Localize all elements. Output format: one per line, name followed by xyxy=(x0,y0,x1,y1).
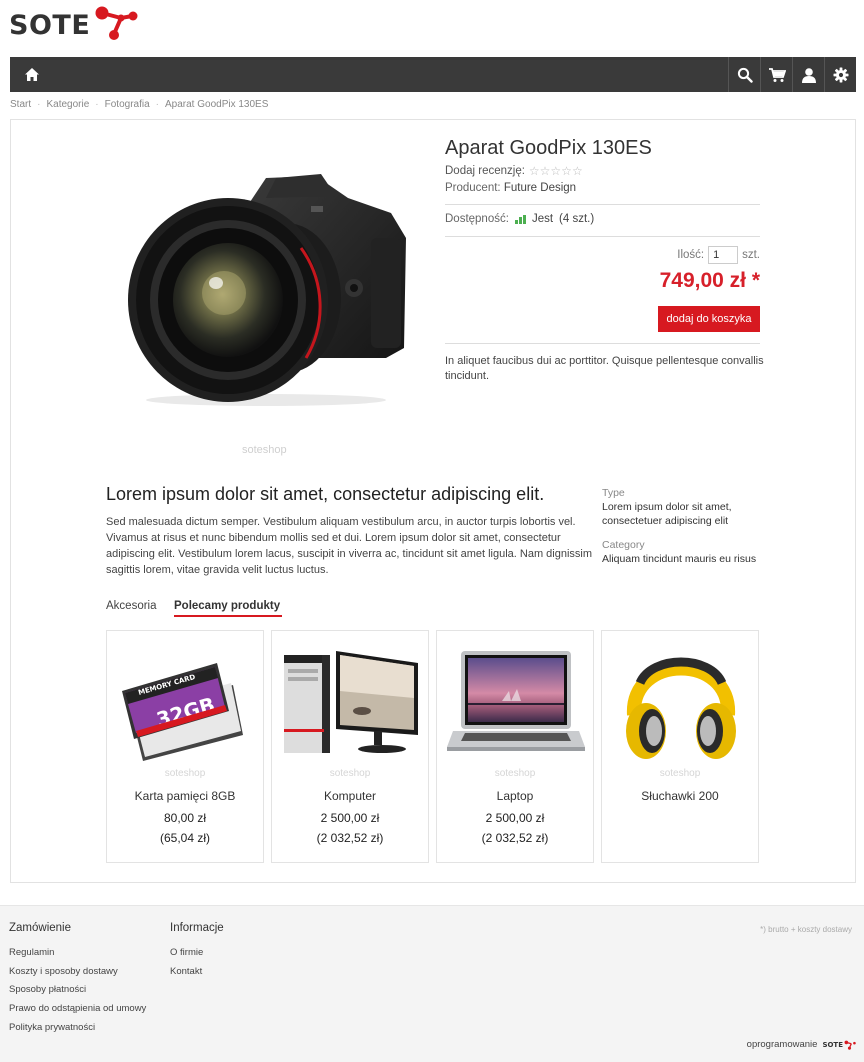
product-price: 80,00 zł xyxy=(163,811,207,825)
settings-button[interactable] xyxy=(824,57,856,92)
search-icon xyxy=(737,67,753,83)
footer-link-prawo-odstapienia[interactable]: Prawo do odstąpienia od umowy xyxy=(9,1003,146,1014)
attribute-value: Aliquam tincidunt mauris eu risus xyxy=(602,553,757,565)
tab-akcesoria[interactable]: Akcesoria xyxy=(106,600,157,612)
footer-link-koszty-dostawy[interactable]: Koszty i sposoby dostawy xyxy=(9,966,118,977)
home-button[interactable] xyxy=(10,57,54,92)
product-thumbnail xyxy=(284,651,418,753)
product-price: 749,00 zł * xyxy=(659,269,760,292)
product-thumbnail xyxy=(626,657,736,759)
footer-price-note: *) brutto + koszty dostawy xyxy=(760,925,852,934)
powered-brand: SOTE xyxy=(822,1040,843,1049)
producer-label: Producent: xyxy=(445,182,501,194)
quantity-input[interactable] xyxy=(708,246,739,264)
attribute-type: Type Lorem ipsum dolor sit amet, consect… xyxy=(602,486,752,528)
attribute-label: Category xyxy=(602,539,645,551)
cart-button[interactable] xyxy=(760,57,792,92)
sote-logo-icon xyxy=(844,1040,856,1050)
powered-by[interactable]: oprogramowanie SOTE xyxy=(747,1039,856,1050)
account-button[interactable] xyxy=(792,57,824,92)
thumbnail-watermark: soteshop xyxy=(329,768,371,779)
product-name[interactable]: Laptop xyxy=(437,789,593,803)
product-card-laptop[interactable]: soteshop Laptop 2 500,00 zł (2 032,52 zł… xyxy=(436,630,594,863)
divider xyxy=(445,343,760,344)
product-price-net: (2 032,52 zł) xyxy=(316,831,384,845)
home-icon xyxy=(25,68,39,81)
gear-icon xyxy=(833,67,848,82)
thumbnail-watermark: soteshop xyxy=(659,768,701,779)
footer-link-polityka-prywatnosci[interactable]: Polityka prywatności xyxy=(9,1022,95,1033)
rating-stars-icon[interactable]: ☆☆☆☆☆ xyxy=(529,164,583,178)
breadcrumb-separator: · xyxy=(37,99,41,110)
product-title: Aparat GoodPix 130ES xyxy=(445,137,652,159)
footer-title-informacje: Informacje xyxy=(170,922,224,934)
short-description: In aliquet faucibus dui ac porttitor. Qu… xyxy=(445,355,764,382)
product-thumbnail: MEMORY CARD 32GB xyxy=(122,663,243,761)
breadcrumb-separator: · xyxy=(95,99,99,110)
footer-link-o-firmie[interactable]: O firmie xyxy=(170,947,203,958)
quantity-unit: szt. xyxy=(742,249,760,261)
logo-mark-icon xyxy=(95,6,138,40)
attribute-label: Type xyxy=(602,487,625,499)
availability-label: Dostępność: xyxy=(445,213,509,225)
producer-value: Future Design xyxy=(503,182,577,194)
breadcrumb: Start · Kategorie · Fotografia · Aparat … xyxy=(10,99,268,110)
attribute-category: Category Aliquam tincidunt mauris eu ris… xyxy=(602,538,772,566)
product-price-net: (2 032,52 zł) xyxy=(481,831,549,845)
availability-row: Dostępność: Jest (4 szt.) xyxy=(445,213,594,225)
product-card-headphones[interactable]: soteshop Słuchawki 200 xyxy=(601,630,759,863)
product-image[interactable] xyxy=(116,168,406,408)
product-thumbnail xyxy=(447,651,585,751)
footer-link-kontakt[interactable]: Kontakt xyxy=(170,966,202,977)
product-price: 2 500,00 zł xyxy=(320,811,380,825)
review-row: Dodaj recenzję: ☆☆☆☆☆ xyxy=(445,164,583,178)
add-to-cart-button[interactable]: dodaj do koszyka xyxy=(658,306,760,332)
user-icon xyxy=(801,67,816,83)
powered-label: oprogramowanie xyxy=(746,1039,818,1050)
search-button[interactable] xyxy=(728,57,760,92)
footer-link-regulamin[interactable]: Regulamin xyxy=(9,947,54,958)
description-body: Sed malesuada dictum semper. Vestibulum … xyxy=(106,516,593,576)
product-name[interactable]: Słuchawki 200 xyxy=(602,789,758,803)
logo-text: SOTE xyxy=(9,9,91,41)
breadcrumb-current: Aparat GoodPix 130ES xyxy=(165,99,269,110)
breadcrumb-separator: · xyxy=(155,99,159,110)
image-watermark: soteshop xyxy=(242,444,287,456)
divider xyxy=(445,236,760,237)
producer-row: Producent: Future Design xyxy=(445,182,576,194)
breadcrumb-fotografia[interactable]: Fotografia xyxy=(105,99,150,110)
cart-icon xyxy=(768,67,786,82)
product-price-net: (65,04 zł) xyxy=(159,831,211,845)
attribute-value: Lorem ipsum dolor sit amet, consectetuer… xyxy=(602,501,732,527)
description-title: Lorem ipsum dolor sit amet, consectetur … xyxy=(106,484,545,504)
thumbnail-watermark: soteshop xyxy=(164,768,206,779)
tab-polecamy-produkty[interactable]: Polecamy produkty xyxy=(174,600,280,612)
quantity-row: Ilość: szt. xyxy=(677,246,760,264)
footer-link-sposoby-platnosci[interactable]: Sposoby płatności xyxy=(9,984,86,995)
product-price: 2 500,00 zł xyxy=(485,811,545,825)
active-tab-indicator xyxy=(174,615,282,617)
thumbnail-watermark: soteshop xyxy=(494,768,536,779)
product-name[interactable]: Karta pamięci 8GB xyxy=(107,789,263,803)
product-card-computer[interactable]: soteshop Komputer 2 500,00 zł (2 032,52 … xyxy=(271,630,429,863)
availability-count: (4 szt.) xyxy=(559,213,595,225)
review-label[interactable]: Dodaj recenzję: xyxy=(445,165,525,177)
product-name[interactable]: Komputer xyxy=(272,789,428,803)
quantity-label: Ilość: xyxy=(677,249,705,261)
breadcrumb-start[interactable]: Start xyxy=(10,99,31,110)
breadcrumb-kategorie[interactable]: Kategorie xyxy=(46,99,89,110)
footer: Zamówienie Regulamin Koszty i sposoby do… xyxy=(0,905,864,1062)
availability-bars-icon xyxy=(514,214,526,224)
site-logo[interactable]: SOTE xyxy=(9,6,139,44)
availability-value: Jest xyxy=(531,213,554,225)
footer-title-zamowienie: Zamówienie xyxy=(9,922,71,934)
product-card-memory-card[interactable]: MEMORY CARD 32GB soteshop Karta pamięci … xyxy=(106,630,264,863)
main-navbar xyxy=(10,57,856,92)
divider xyxy=(445,204,760,205)
